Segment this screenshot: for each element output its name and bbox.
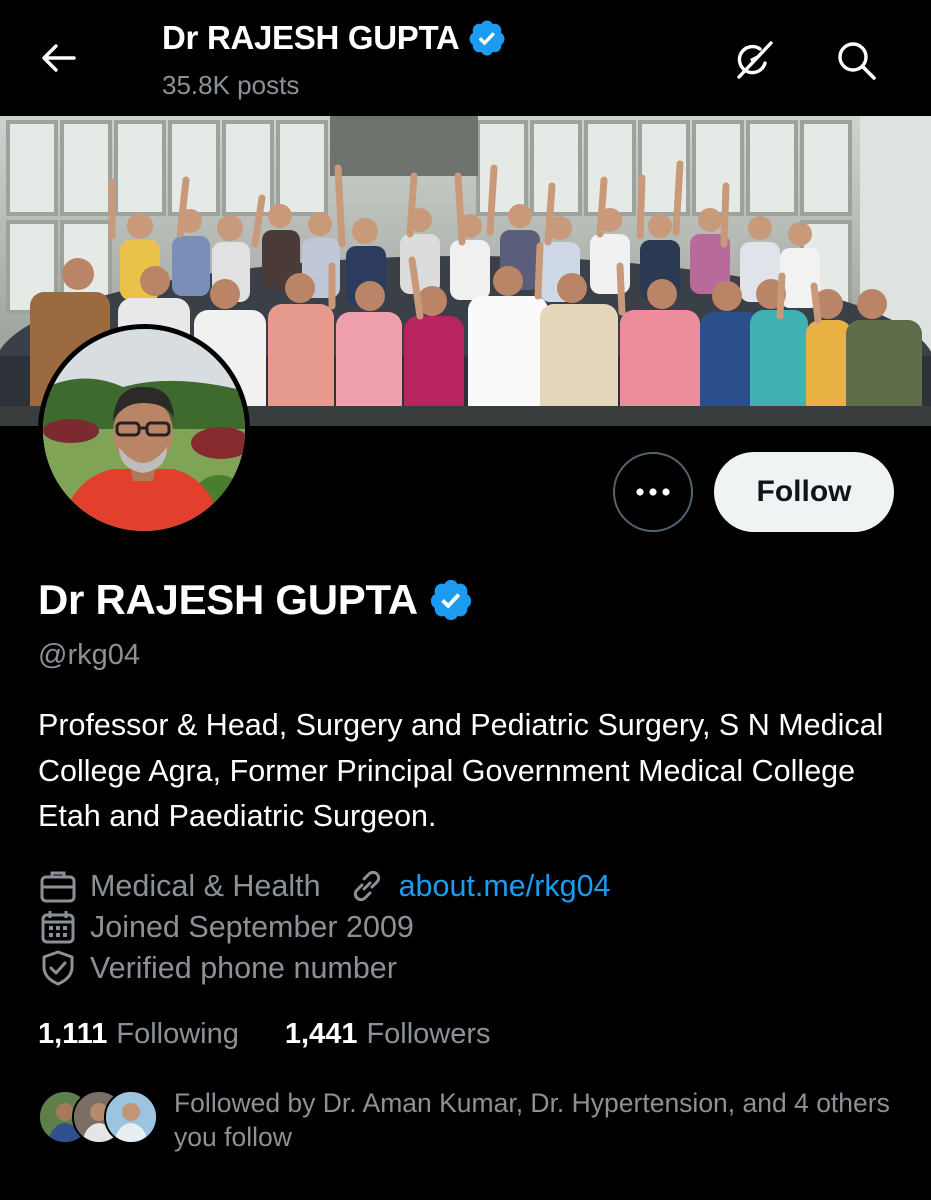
grok-icon xyxy=(737,41,773,79)
briefcase-icon xyxy=(38,866,78,906)
followers-link[interactable]: 1,441 Followers xyxy=(285,1018,491,1051)
header-title-text: Dr RAJESH GUPTA xyxy=(162,19,460,56)
followers-count: 1,441 xyxy=(284,1018,358,1050)
follower-avatar xyxy=(104,1090,158,1144)
search-button[interactable] xyxy=(832,36,880,84)
display-name-text: Dr RAJESH GUPTA xyxy=(38,576,418,623)
followers-label: Followers xyxy=(366,1018,491,1050)
header-title: Dr RAJESH GUPTA xyxy=(162,18,507,58)
profile-avatar[interactable] xyxy=(38,324,250,536)
back-button[interactable] xyxy=(36,36,80,80)
avatar-photo xyxy=(43,329,245,531)
follow-button[interactable]: Follow xyxy=(714,452,894,532)
top-bar: Dr RAJESH GUPTA 35.8K posts xyxy=(0,0,931,116)
profile-bio: Professor & Head, Surgery and Pediatric … xyxy=(38,708,884,833)
followed-by-section[interactable]: Followed by Dr. Aman Kumar, Dr. Hyperten… xyxy=(38,1086,894,1154)
profile-follow-counts: 1,111 Following 1,441 Followers xyxy=(38,1018,491,1051)
profile-display-name: Dr RAJESH GUPTA xyxy=(38,576,474,624)
profile-website-link[interactable]: about.me/rkg04 xyxy=(399,869,611,904)
posts-count: 35.8K posts xyxy=(162,70,300,100)
search-icon xyxy=(838,42,876,80)
calendar-icon xyxy=(38,907,78,947)
profile-meta-joined-row: Joined September 2009 xyxy=(38,907,414,947)
followed-by-avatars xyxy=(38,1090,158,1144)
profile-handle: @rkg04 xyxy=(38,639,140,671)
profile-category: Medical & Health xyxy=(90,868,321,903)
profile-meta-verified-row: Verified phone number xyxy=(38,948,397,988)
followed-by-text: Followed by Dr. Aman Kumar, Dr. Hyperten… xyxy=(174,1088,890,1152)
profile-joined-date: Joined September 2009 xyxy=(90,909,414,944)
link-icon xyxy=(347,866,387,906)
profile-meta-category-row: Medical & Health about.me/rkg04 xyxy=(38,866,611,906)
more-options-button[interactable] xyxy=(613,452,693,532)
grok-button[interactable] xyxy=(730,36,778,84)
following-link[interactable]: 1,111 Following xyxy=(38,1018,239,1051)
verified-badge-icon xyxy=(469,20,505,56)
more-dots-icon xyxy=(636,488,670,496)
arrow-left-icon xyxy=(42,44,76,72)
shield-check-icon xyxy=(38,948,78,988)
following-count: 1,111 xyxy=(38,1018,108,1050)
following-label: Following xyxy=(116,1018,239,1050)
verified-badge-icon[interactable] xyxy=(428,577,474,623)
profile-verified-phone: Verified phone number xyxy=(90,950,397,985)
